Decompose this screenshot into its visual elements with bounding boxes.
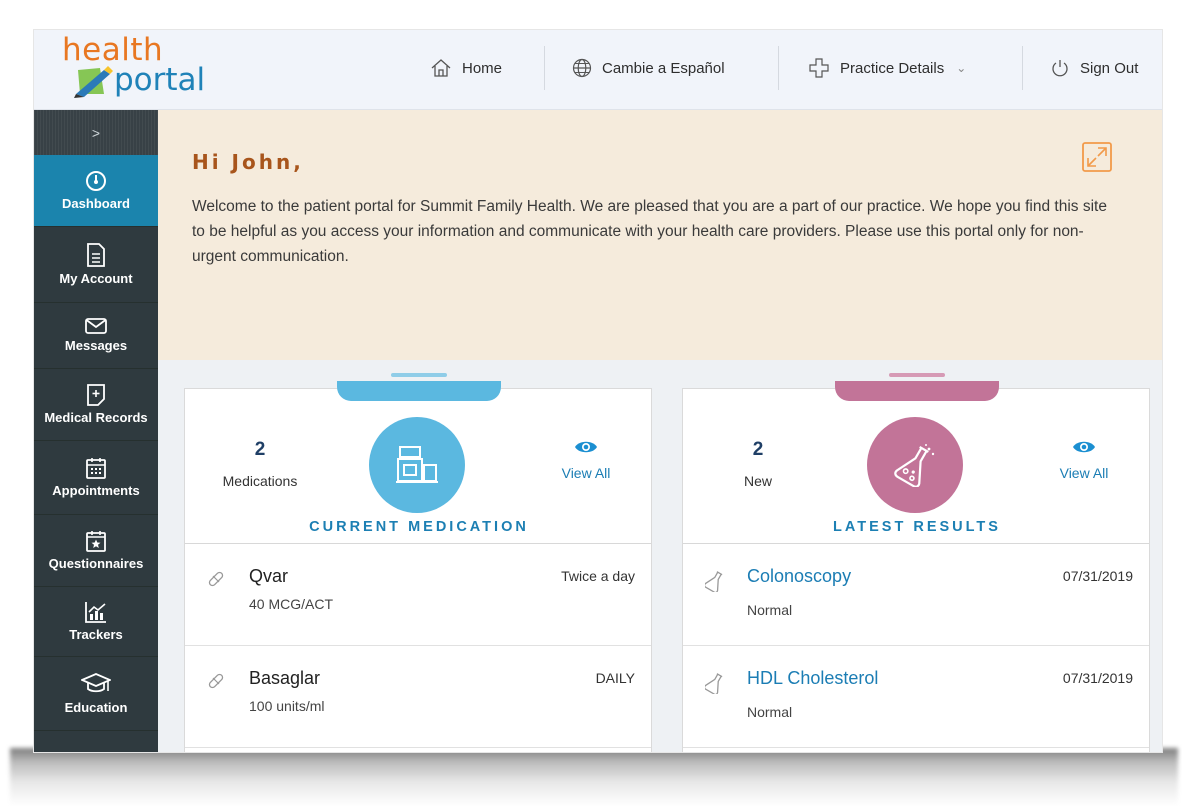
medication-frequency: DAILY	[595, 670, 635, 686]
sidebar-item-trackers[interactable]: Trackers	[34, 587, 158, 657]
nav-language-label: Cambie a Español	[602, 59, 725, 77]
list-item[interactable]: HDL Cholesterol Normal 07/31/2019	[683, 646, 1149, 748]
view-all-label: View All	[1059, 465, 1109, 481]
medication-card-title: CURRENT MEDICATION	[309, 519, 529, 535]
welcome-message: Welcome to the patient portal for Summit…	[192, 198, 1107, 265]
sidebar-item-education[interactable]: Education	[34, 657, 158, 731]
view-all-label: View All	[561, 465, 611, 481]
nav-practice-details[interactable]: Practice Details ⌄	[808, 46, 966, 90]
card-tab	[835, 381, 999, 401]
graduation-cap-icon	[81, 673, 111, 693]
sidebar-item-label: Questionnaires	[48, 556, 144, 571]
results-count: 2	[752, 439, 764, 460]
medication-circle	[369, 417, 465, 513]
pill-icon	[208, 673, 224, 689]
star-calendar-icon	[86, 531, 106, 552]
result-name-link[interactable]: HDL Cholesterol	[747, 668, 878, 689]
flask-icon	[894, 444, 935, 487]
result-date: 07/31/2019	[1062, 670, 1133, 686]
latest-results-card: 2 New View All LATEST RESULTS Colonoscop…	[682, 373, 1150, 752]
sidebar-item-appointments[interactable]: Appointments	[34, 441, 158, 515]
app-window: health portal Home Cambie a Español Prac…	[34, 30, 1162, 752]
calendar-icon	[86, 458, 106, 479]
list-item[interactable]: Colonoscopy Normal 07/31/2019	[683, 544, 1149, 646]
medication-name: Basaglar	[249, 668, 321, 688]
pencil-logo-icon	[74, 66, 113, 98]
sidebar-item-questionnaires[interactable]: Questionnaires	[34, 515, 158, 587]
sidebar-item-dashboard[interactable]: Dashboard	[34, 155, 158, 227]
list-item[interactable]: Qvar 40 MCG/ACT Twice a day	[185, 544, 651, 646]
top-header: health portal Home Cambie a Español Prac…	[34, 30, 1162, 110]
globe-icon	[572, 58, 592, 78]
greeting-heading: Hi John,	[192, 150, 304, 174]
nav-divider	[778, 46, 779, 90]
medication-dose: 100 units/ml	[249, 698, 325, 714]
medical-record-icon	[87, 384, 105, 406]
chevron-down-icon: ⌄	[956, 61, 967, 75]
main-content: Hi John, Welcome to the patient portal f…	[158, 110, 1162, 752]
medication-frequency: Twice a day	[561, 568, 635, 584]
sidebar-item-label: Medical Records	[44, 410, 148, 425]
nav-home[interactable]: Home	[430, 46, 502, 90]
pill-icon	[208, 571, 224, 587]
nav-divider	[544, 46, 545, 90]
medication-count: 2	[254, 439, 266, 460]
sidebar-item-label: Education	[64, 700, 128, 715]
sidebar-toggle[interactable]: >	[34, 110, 158, 155]
nav-language[interactable]: Cambie a Español	[572, 46, 725, 90]
power-icon	[1052, 60, 1068, 77]
sidebar-item-label: Messages	[64, 338, 128, 353]
card-tab	[337, 381, 501, 401]
envelope-icon	[85, 318, 107, 334]
sidebar-item-my-account[interactable]: My Account	[34, 227, 158, 303]
results-view-all[interactable]: View All	[1019, 439, 1149, 481]
medication-list: Qvar 40 MCG/ACT Twice a day Basaglar 100…	[185, 543, 651, 748]
sidebar-item-medical-records[interactable]: Medical Records	[34, 369, 158, 441]
nav-practice-label: Practice Details	[840, 59, 945, 77]
sidebar-item-label: Appointments	[52, 483, 140, 498]
flask-icon	[705, 673, 723, 694]
current-medication-card: 2 Medications View All CURRENT MEDICATIO…	[184, 373, 652, 752]
eye-icon	[575, 441, 597, 453]
results-list: Colonoscopy Normal 07/31/2019 HDL Choles…	[683, 543, 1149, 748]
logo-line2: portal	[114, 62, 206, 98]
sidebar-item-label: Trackers	[69, 627, 123, 642]
medication-count-label: Medications	[222, 473, 298, 489]
chart-icon	[85, 602, 106, 623]
sidebar-item-label: My Account	[59, 271, 133, 286]
window-shadow	[10, 748, 1178, 806]
nav-sign-out[interactable]: Sign Out	[1050, 46, 1138, 90]
medical-cross-icon	[809, 58, 829, 78]
dashboard-gauge-icon	[86, 171, 106, 191]
sidebar: > Dashboard My Account Messages Medical …	[34, 110, 158, 752]
pharmacy-icon	[396, 446, 438, 483]
result-date: 07/31/2019	[1062, 568, 1133, 584]
sidebar-item-label: Dashboard	[62, 196, 130, 211]
flask-icon	[705, 571, 723, 592]
result-status: Normal	[747, 602, 793, 618]
chevron-right-icon: >	[91, 124, 101, 141]
medication-view-all[interactable]: View All	[521, 439, 651, 481]
sidebar-item-messages[interactable]: Messages	[34, 303, 158, 369]
health-portal-logo[interactable]: health portal	[62, 32, 232, 102]
expand-icon[interactable]	[1082, 142, 1112, 172]
home-icon	[431, 59, 451, 77]
document-icon	[87, 243, 105, 267]
medication-name: Qvar	[249, 566, 289, 586]
medication-dose: 40 MCG/ACT	[249, 596, 334, 612]
nav-signout-label: Sign Out	[1080, 59, 1139, 77]
eye-icon	[1073, 441, 1095, 453]
results-circle	[867, 417, 963, 513]
results-card-title: LATEST RESULTS	[833, 519, 1001, 535]
result-status: Normal	[747, 704, 793, 720]
welcome-panel: Hi John, Welcome to the patient portal f…	[158, 110, 1162, 360]
card-tab-indicator	[391, 373, 447, 377]
card-tab-indicator	[889, 373, 945, 377]
nav-divider	[1022, 46, 1023, 90]
result-name-link[interactable]: Colonoscopy	[747, 566, 851, 587]
list-item[interactable]: Basaglar 100 units/ml DAILY	[185, 646, 651, 748]
results-count-label: New	[743, 473, 772, 489]
nav-home-label: Home	[462, 59, 503, 77]
